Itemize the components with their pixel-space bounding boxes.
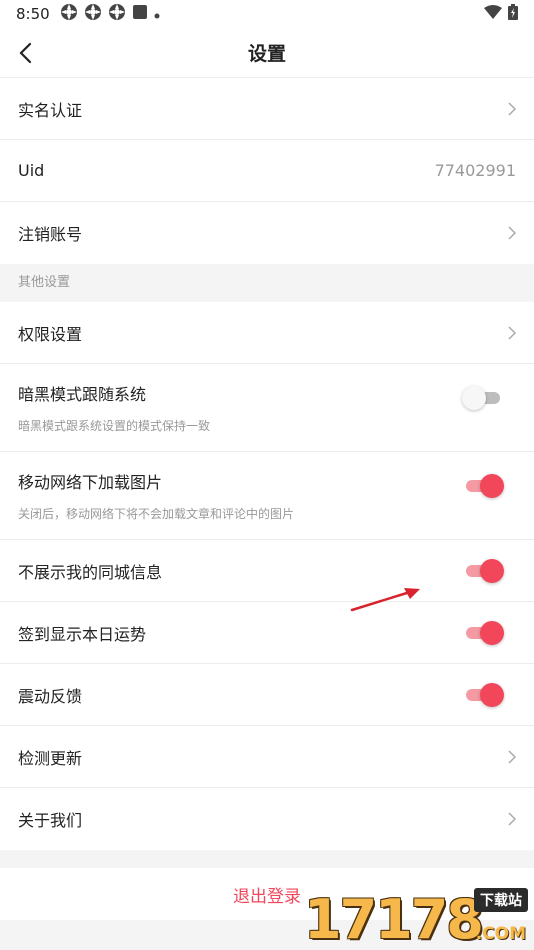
settings-item-label: 检测更新 <box>18 748 83 768</box>
settings-item-uid: Uid 77402991 <box>0 140 534 202</box>
app-notification-icon <box>108 3 126 25</box>
settings-item-description: 暗黑模式跟系统设置的模式保持一致 <box>18 419 211 433</box>
section-gap <box>0 850 534 868</box>
watermark-badge: 下载站 <box>474 888 528 912</box>
settings-item-label: 签到显示本日运势 <box>18 624 147 644</box>
settings-item-label: 关于我们 <box>18 811 83 830</box>
square-icon <box>132 4 148 24</box>
settings-item-hide-local-info: 不展示我的同城信息 <box>0 540 534 602</box>
settings-item-check-update[interactable]: 检测更新 <box>0 726 534 788</box>
settings-item-delete-account[interactable]: 注销账号 <box>0 202 534 264</box>
chevron-left-icon[interactable] <box>10 38 40 68</box>
chevron-right-icon <box>508 226 516 240</box>
haptic-feedback-toggle[interactable] <box>466 682 504 707</box>
account-settings-group: 实名认证 Uid 77402991 注销账号 <box>0 78 534 264</box>
settings-item-label: 暗黑模式跟随系统 <box>18 385 147 404</box>
settings-item-label: Uid <box>18 161 45 180</box>
chevron-right-icon <box>508 812 516 826</box>
settings-item-label: 权限设置 <box>18 324 83 344</box>
chevron-right-icon <box>508 325 516 340</box>
battery-icon <box>508 4 518 24</box>
page-title: 设置 <box>247 43 286 65</box>
chevron-right-icon <box>508 101 516 116</box>
status-bar: 8:50 <box>0 0 534 28</box>
settings-item-description: 关闭后，移动网络下将不会加载文章和评论中的图片 <box>18 507 295 521</box>
app-notification-icon <box>84 3 102 25</box>
settings-item-label: 移动网络下加载图片 <box>18 473 163 492</box>
nav-bar: 设置 <box>0 28 534 78</box>
toggle-knob <box>480 620 504 645</box>
toggle-knob <box>480 682 504 707</box>
chevron-right-icon <box>508 749 516 764</box>
watermark-domain: .COM <box>475 924 526 944</box>
settings-item-haptic-feedback: 震动反馈 <box>0 664 534 726</box>
settings-item-label: 实名认证 <box>18 100 83 120</box>
site-watermark: 17178 下载站 .COM <box>304 886 532 950</box>
toggle-knob <box>480 474 504 498</box>
other-settings-group: 权限设置 暗黑模式跟随系统 暗黑模式跟系统设置的模式保持一致 移动网络下加载图片… <box>0 302 534 850</box>
settings-item-daily-fortune: 签到显示本日运势 <box>0 602 534 664</box>
dark-mode-toggle[interactable] <box>462 386 504 410</box>
daily-fortune-toggle[interactable] <box>466 620 504 645</box>
mobile-images-toggle[interactable] <box>466 474 504 498</box>
settings-item-about-us[interactable]: 关于我们 <box>0 788 534 850</box>
settings-item-dark-mode: 暗黑模式跟随系统 暗黑模式跟系统设置的模式保持一致 <box>0 364 534 452</box>
toggle-knob <box>480 558 504 583</box>
status-time: 8:50 <box>16 5 50 23</box>
logout-label: 退出登录 <box>233 886 301 907</box>
watermark-digits: 17178 <box>304 888 484 950</box>
settings-item-real-name[interactable]: 实名认证 <box>0 78 534 140</box>
settings-item-permissions[interactable]: 权限设置 <box>0 302 534 364</box>
hide-local-info-toggle[interactable] <box>466 558 504 583</box>
settings-item-label: 不展示我的同城信息 <box>18 562 163 582</box>
app-notification-icon <box>60 3 78 25</box>
section-header-other-settings: 其他设置 <box>0 264 534 302</box>
uid-value: 77402991 <box>434 161 516 180</box>
settings-item-label: 注销账号 <box>18 225 83 244</box>
status-right <box>484 4 518 24</box>
annotation-arrow-icon <box>350 588 420 612</box>
wifi-icon <box>484 5 502 23</box>
settings-item-mobile-images: 移动网络下加载图片 关闭后，移动网络下将不会加载文章和评论中的图片 <box>0 452 534 540</box>
settings-item-label: 震动反馈 <box>18 686 83 706</box>
toggle-knob <box>462 386 486 410</box>
dot-icon <box>154 5 160 23</box>
